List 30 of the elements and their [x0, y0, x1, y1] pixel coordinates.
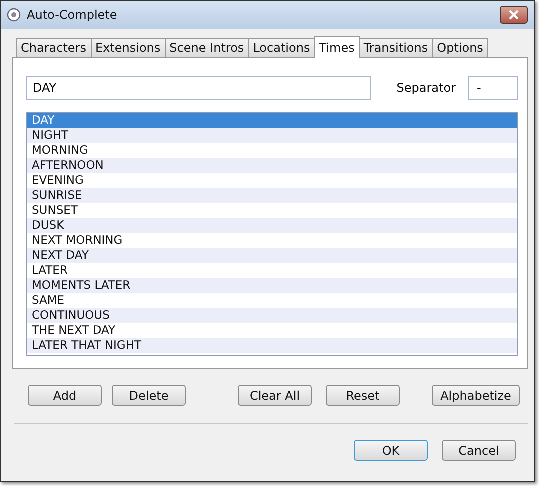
close-button[interactable] — [500, 6, 528, 24]
separator-label: Separator — [396, 81, 456, 95]
dialog-button[interactable]: OK — [354, 440, 428, 461]
separator-field[interactable]: - — [468, 76, 518, 100]
list-item[interactable]: LATER THAT NIGHT — [27, 338, 517, 353]
list-item[interactable]: MOMENTS LATER — [27, 278, 517, 293]
tab[interactable]: Scene Intros — [164, 38, 250, 57]
action-button[interactable]: Add — [28, 385, 102, 406]
entry-field[interactable]: DAY — [26, 76, 371, 100]
list-item[interactable]: SUNRISE — [27, 188, 517, 203]
action-button[interactable]: Reset — [326, 385, 400, 406]
list-item[interactable]: CONTINUOUS — [27, 308, 517, 323]
list-item[interactable]: DUSK — [27, 218, 517, 233]
dialog-button[interactable]: Cancel — [442, 440, 516, 461]
action-button[interactable]: Clear All — [238, 385, 312, 406]
tab[interactable]: Transitions — [358, 38, 434, 57]
window-title: Auto-Complete — [27, 8, 118, 22]
list-item[interactable]: AFTERNOON — [27, 158, 517, 173]
tab[interactable]: Characters — [16, 38, 92, 57]
tab[interactable]: Times — [314, 36, 360, 58]
list-item[interactable]: NIGHT — [27, 128, 517, 143]
tab[interactable]: Extensions — [90, 38, 166, 57]
list-item[interactable]: DAY — [27, 113, 517, 128]
action-button[interactable]: Alphabetize — [432, 385, 520, 406]
action-button[interactable]: Delete — [112, 385, 186, 406]
tab[interactable]: Options — [432, 38, 488, 57]
list-item[interactable]: NEXT DAY — [27, 248, 517, 263]
close-icon — [508, 10, 520, 20]
tab[interactable]: Locations — [248, 38, 316, 57]
app-icon — [7, 8, 21, 22]
